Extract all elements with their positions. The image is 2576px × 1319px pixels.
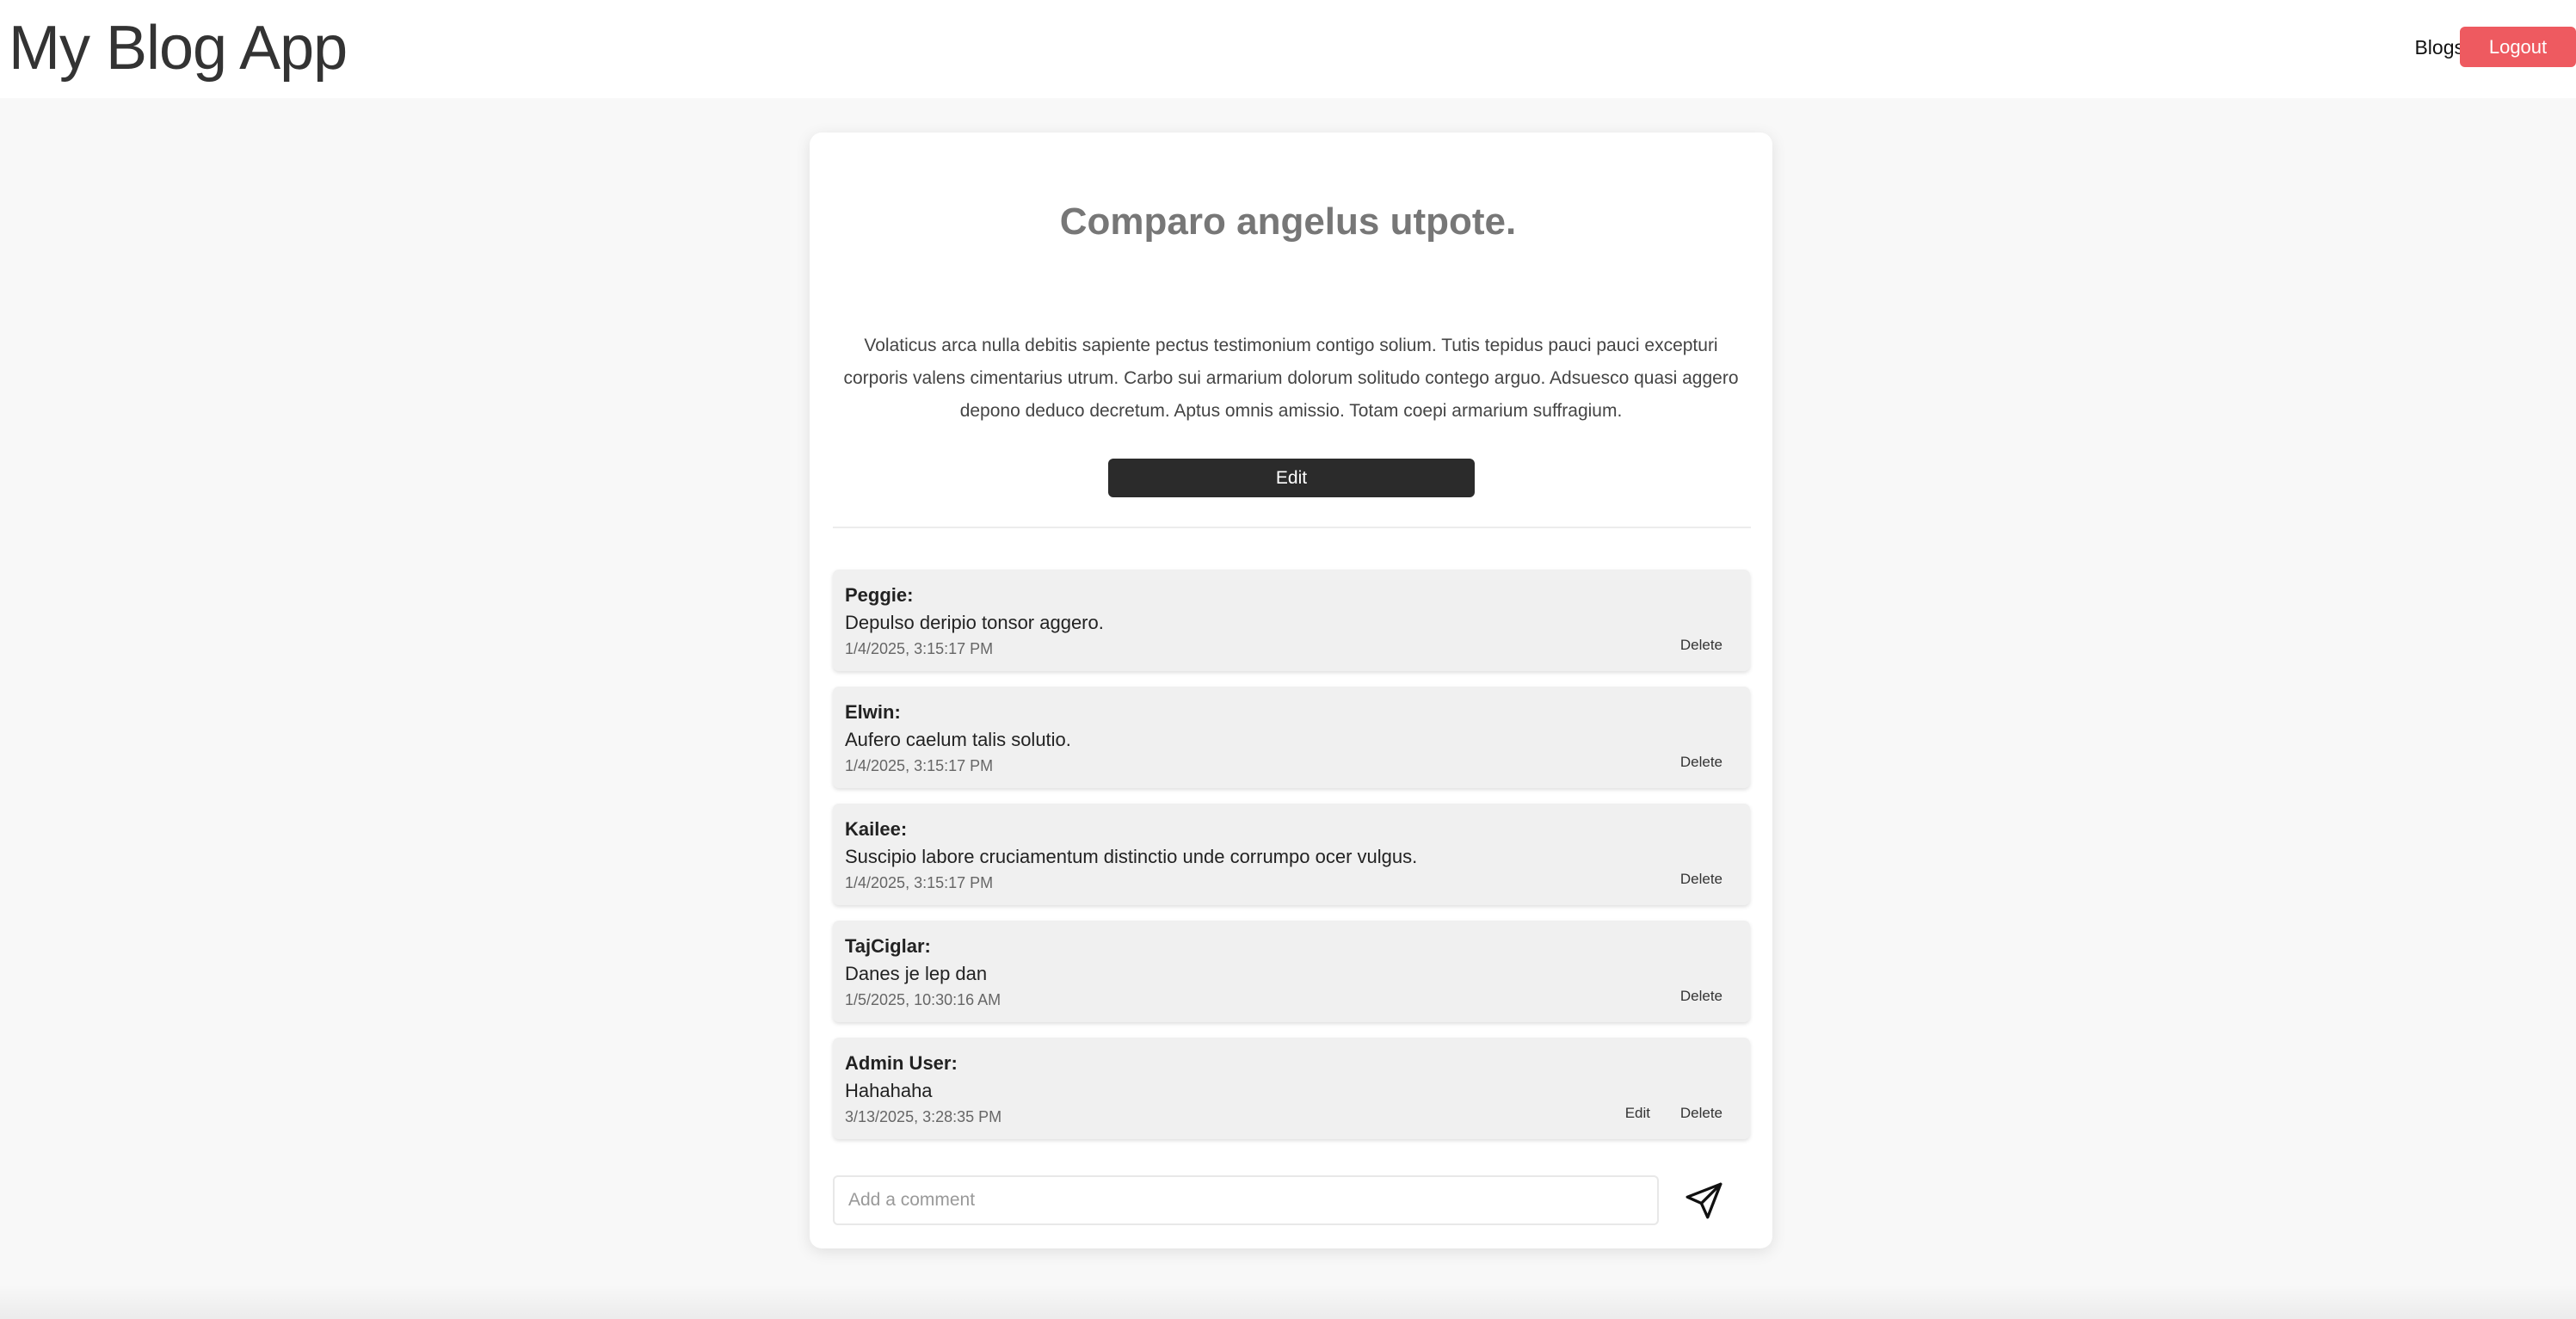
comment-author: TajCiglar:	[845, 935, 931, 957]
comment-text: Depulso deripio tonsor aggero.	[845, 612, 1104, 633]
comment-item: Elwin: Aufero caelum talis solutio. 1/4/…	[833, 687, 1750, 788]
comment-author: Kailee:	[845, 818, 908, 840]
comment-timestamp: 1/4/2025, 3:15:17 PM	[845, 874, 994, 891]
comment-item: Peggie: Depulso deripio tonsor aggero. 1…	[833, 570, 1750, 671]
delete-comment-button[interactable]: Delete	[1680, 869, 1722, 890]
comment-timestamp: 1/4/2025, 3:15:17 PM	[845, 757, 994, 774]
comment-text: Hahahaha	[845, 1080, 933, 1101]
divider	[833, 527, 1751, 528]
comment-item: Admin User: Hahahaha 3/13/2025, 3:28:35 …	[833, 1038, 1750, 1139]
bottom-shadow	[0, 1285, 2576, 1319]
comment-author: Admin User:	[845, 1052, 958, 1074]
comment-timestamp: 1/4/2025, 3:15:17 PM	[845, 640, 994, 657]
post-title: Comparo angelus utpote.	[1059, 200, 1517, 243]
comment-timestamp: 3/13/2025, 3:28:35 PM	[845, 1108, 1002, 1125]
comment-author: Peggie:	[845, 584, 914, 606]
delete-comment-button[interactable]: Delete	[1680, 635, 1722, 656]
comment-item: TajCiglar: Danes je lep dan 1/5/2025, 10…	[833, 921, 1750, 1022]
comment-timestamp: 1/5/2025, 10:30:16 AM	[845, 991, 1001, 1008]
logout-button[interactable]: Logout	[2460, 27, 2576, 67]
comment-text: Aufero caelum talis solutio.	[845, 729, 1071, 750]
comment-author: Elwin:	[845, 701, 901, 723]
comment-item: Kailee: Suscipio labore cruciamentum dis…	[833, 804, 1750, 905]
comment-text: Suscipio labore cruciamentum distinctio …	[845, 846, 1418, 867]
delete-comment-button[interactable]: Delete	[1680, 986, 1722, 1007]
delete-comment-button[interactable]: Delete	[1680, 752, 1722, 773]
send-comment-button[interactable]	[1683, 1179, 1726, 1222]
delete-comment-button[interactable]: Delete	[1680, 1103, 1722, 1124]
edit-comment-button[interactable]: Edit	[1625, 1103, 1650, 1124]
edit-post-button[interactable]: Edit	[1108, 459, 1475, 497]
send-icon	[1683, 1179, 1726, 1222]
app-title: My Blog App	[9, 14, 348, 83]
comment-input[interactable]	[833, 1175, 1659, 1225]
top-header: My Blog App Blogs Logout	[0, 0, 2576, 98]
comment-text: Danes je lep dan	[845, 963, 988, 984]
post-body: Volaticus arca nulla debitis sapiente pe…	[843, 336, 1739, 421]
nav-blogs-link[interactable]: Blogs	[2414, 33, 2464, 62]
